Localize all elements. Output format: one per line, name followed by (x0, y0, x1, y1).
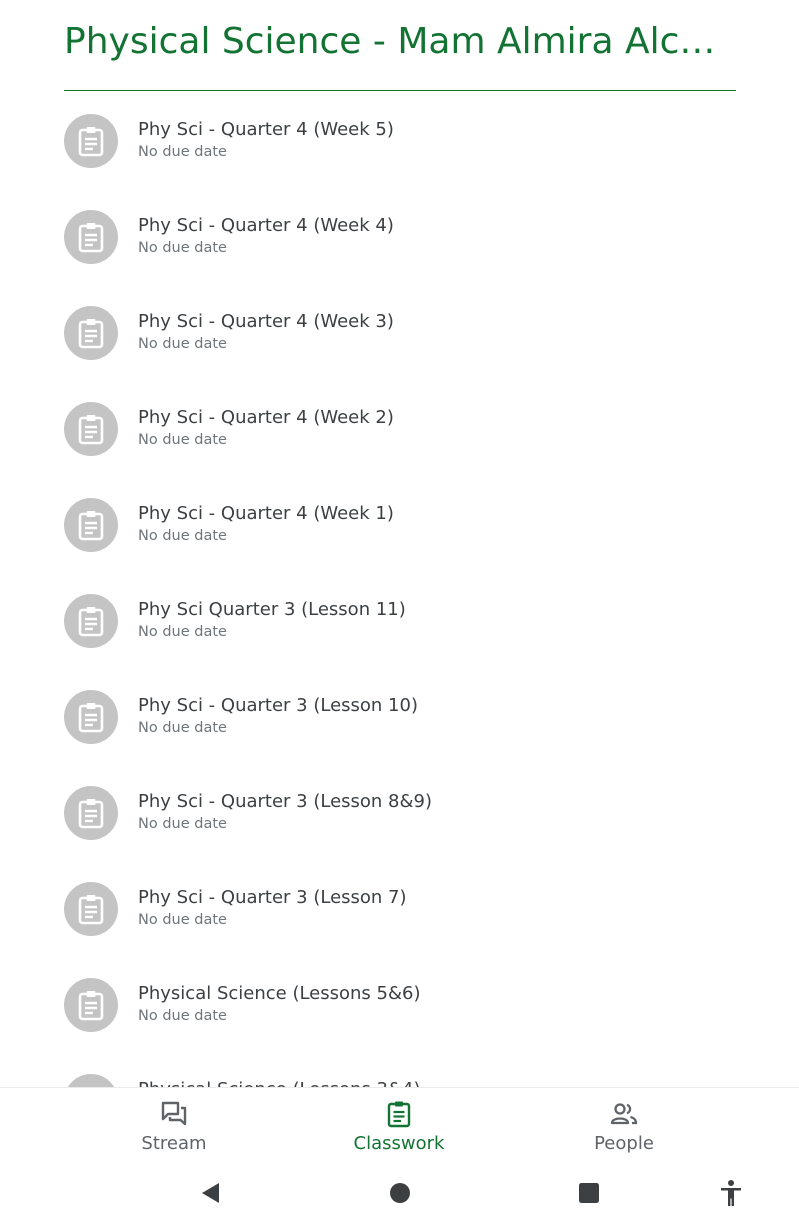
accessibility-button[interactable] (716, 1178, 746, 1208)
assignment-title: Phy Sci - Quarter 4 (Week 3) (138, 311, 394, 332)
assignment-due-date: No due date (138, 624, 227, 640)
assignment-avatar (64, 882, 118, 936)
assignment-title: Phy Sci - Quarter 4 (Week 5) (138, 119, 394, 140)
back-button[interactable] (195, 1178, 225, 1208)
assignment-item[interactable]: Phy Sci - Quarter 4 (Week 5) No due date (0, 92, 799, 188)
home-button[interactable] (385, 1178, 415, 1208)
class-title[interactable]: Physical Science - Mam Almira Alcanta... (64, 18, 736, 66)
assignment-title: Phy Sci - Quarter 4 (Week 1) (138, 503, 394, 524)
assignment-icon (78, 895, 104, 925)
tab-people-label: People (594, 1133, 654, 1154)
assignment-title: Phy Sci - Quarter 3 (Lesson 7) (138, 887, 407, 908)
assignment-due-date: No due date (138, 912, 227, 928)
assignment-icon (78, 127, 104, 157)
assignment-avatar (64, 498, 118, 552)
assignment-due-date: No due date (138, 144, 227, 160)
assignment-icon (78, 799, 104, 829)
tab-classwork-label: Classwork (353, 1133, 445, 1154)
assignment-item[interactable]: Phy Sci - Quarter 3 (Lesson 7) No due dat… (0, 860, 799, 956)
assignment-title: Phy Sci - Quarter 4 (Week 4) (138, 215, 394, 236)
assignment-title: Phy Sci Quarter 3 (Lesson 11) (138, 599, 406, 620)
assignment-title: Phy Sci - Quarter 3 (Lesson 8&9) (138, 791, 433, 812)
people-icon (610, 1103, 638, 1125)
assignment-avatar (64, 306, 118, 360)
assignment-icon (78, 703, 104, 733)
stream-icon (161, 1101, 187, 1126)
assignment-due-date: No due date (138, 240, 227, 256)
assignment-item[interactable]: Phy Sci - Quarter 4 (Week 2) No due date (0, 380, 799, 476)
assignment-item[interactable]: Phy Sci - Quarter 4 (Week 3) No due date (0, 284, 799, 380)
app-header: Physical Science - Mam Almira Alcanta... (0, 0, 799, 92)
classwork-list-viewport[interactable]: Phy Sci - Quarter 4 (Week 5) No due date P… (0, 92, 799, 1087)
recents-icon (579, 1183, 599, 1203)
assignment-icon (78, 415, 104, 445)
assignment-avatar (64, 786, 118, 840)
assignment-title: Physical Science (Lessons 5&6) (138, 983, 421, 1004)
assignment-item[interactable]: Phy Sci Quarter 3 (Lesson 11) No due date (0, 572, 799, 668)
assignment-icon (78, 991, 104, 1021)
assignment-avatar (64, 594, 118, 648)
assignment-title: Phy Sci - Quarter 4 (Week 2) (138, 407, 394, 428)
assignment-avatar (64, 114, 118, 168)
tab-stream[interactable]: Stream (74, 1088, 274, 1161)
assignment-item[interactable]: Physical Science (Lessons 5&6) No due dat… (0, 956, 799, 1052)
assignment-item[interactable]: Phy Sci - Quarter 3 (Lesson 8&9) No due d… (0, 764, 799, 860)
back-icon (202, 1183, 219, 1203)
assignment-due-date: No due date (138, 336, 227, 352)
home-icon (390, 1183, 410, 1203)
bottom-navigation: Stream Classwork People (0, 1087, 799, 1160)
assignment-due-date: No due date (138, 816, 227, 832)
system-navigation-bar (0, 1160, 799, 1226)
assignment-item[interactable]: Phy Sci - Quarter 4 (Week 1) No due date (0, 476, 799, 572)
assignment-icon (78, 319, 104, 349)
accessibility-icon (721, 1180, 741, 1206)
assignment-title: Physical Science (Lessons 3&4) (138, 1078, 421, 1087)
assignment-avatar (64, 978, 118, 1032)
assignment-due-date: No due date (138, 720, 227, 736)
assignment-item[interactable]: Physical Science (Lessons 3&4)No due dat… (0, 1052, 799, 1087)
assignment-item[interactable]: Phy Sci - Quarter 4 (Week 4) No due date (0, 188, 799, 284)
assignment-avatar (64, 402, 118, 456)
recents-button[interactable] (574, 1178, 604, 1208)
title-divider (64, 90, 736, 91)
classwork-icon (387, 1101, 411, 1128)
assignment-icon (78, 511, 104, 541)
assignment-due-date: No due date (138, 432, 227, 448)
tab-stream-label: Stream (141, 1133, 207, 1154)
assignment-avatar (64, 690, 118, 744)
assignment-due-date: No due date (138, 528, 227, 544)
assignment-icon (78, 607, 104, 637)
assignment-title: Phy Sci - Quarter 3 (Lesson 10) (138, 695, 418, 716)
assignment-avatar (64, 1074, 118, 1087)
tab-people[interactable]: People (524, 1088, 724, 1161)
tab-classwork[interactable]: Classwork (299, 1088, 499, 1161)
assignment-icon (78, 223, 104, 253)
assignment-item[interactable]: Phy Sci - Quarter 3 (Lesson 10) No due da… (0, 668, 799, 764)
assignment-due-date: No due date (138, 1008, 227, 1024)
assignment-avatar (64, 210, 118, 264)
